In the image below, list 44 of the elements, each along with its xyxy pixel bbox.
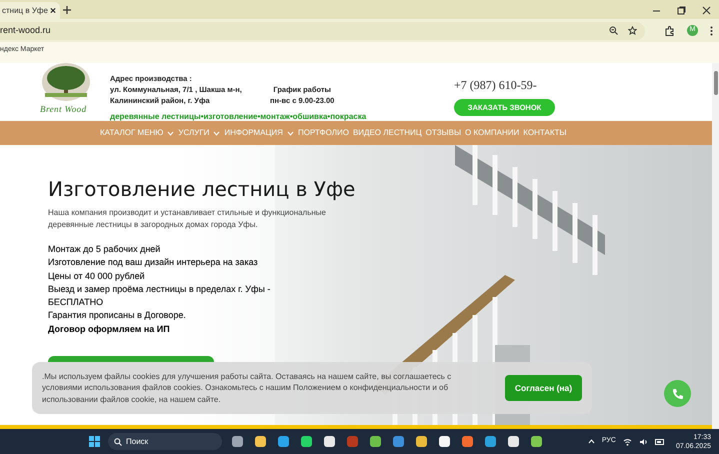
- accept-button[interactable]: Согласен (на): [505, 375, 582, 401]
- nav-link[interactable]: ОТЗЫВЫ: [426, 127, 462, 139]
- tagline: деревянные лестницы•изготовление•монтаж•обшивка•покраска: [110, 111, 368, 123]
- chevron-down-icon: [213, 130, 220, 136]
- address-bar[interactable]: rent-wood.ru: [0, 22, 645, 40]
- feature-text: Изготовление под ваш дизайн интерьера на заказ: [48, 256, 259, 270]
- intro-text: Наша компания производит и устанавливает стильные и функциональные деревянные лестницы в загородных домах города Уфы.: [48, 207, 328, 231]
- search-icon: [114, 438, 122, 446]
- wifi-icon[interactable]: [622, 438, 632, 446]
- chevron-up-icon[interactable]: [588, 439, 595, 444]
- zoom-icon[interactable]: [609, 26, 618, 35]
- puzzle-icon[interactable]: [665, 26, 675, 36]
- feature-text: Монтаж до 5 рабочих дней: [48, 243, 162, 256]
- hero-title: Изготовление лестниц в Уфе: [48, 176, 356, 202]
- close-icon[interactable]: [50, 7, 56, 14]
- chevron-down-icon: [167, 130, 174, 136]
- feature-text: Выезд и замер проёма лестницы в пределах г. Уфы - БЕСПЛАТНО: [48, 282, 272, 310]
- nav-link[interactable]: КАТАЛОГ МЕНЮ: [100, 127, 174, 139]
- chevron-down-icon: [286, 130, 294, 136]
- phone-number[interactable]: +7 (987) 610-59-: [454, 76, 537, 94]
- nav-link[interactable]: О КОМПАНИИ: [465, 127, 520, 139]
- close-icon[interactable]: [702, 6, 711, 15]
- nav-link[interactable]: КОНТАКТЫ: [523, 127, 566, 139]
- nav-link[interactable]: ИНФОРМАЦИЯ: [224, 127, 294, 139]
- feature-text: Цены от 40 000 рублей: [48, 270, 146, 283]
- nav-link[interactable]: УСЛУГИ: [178, 127, 220, 139]
- tree-logo-icon: [41, 63, 91, 103]
- feature-text: Договор оформляем на ИП: [48, 322, 171, 336]
- star-icon[interactable]: [628, 26, 637, 35]
- restore-icon[interactable]: [677, 6, 686, 15]
- browser-tab[interactable]: стниц в Уфе: [0, 2, 60, 19]
- menu-icon[interactable]: [710, 26, 713, 36]
- logo-text: Brent Wood: [40, 103, 87, 116]
- feature-text: Гарантия прописаны в Договоре.: [48, 309, 187, 322]
- scrollbar[interactable]: [712, 63, 719, 429]
- new-tab-icon[interactable]: [63, 6, 71, 14]
- windows-start-icon[interactable]: [89, 436, 100, 447]
- nav-link[interactable]: ПОРТФОЛИО: [298, 127, 349, 139]
- taskbar-search-field[interactable]: Поиск: [108, 433, 222, 450]
- battery-icon[interactable]: [654, 438, 665, 444]
- cookie-text: .Мы используем файлы cookies для улучшения работы сайта. Оставаясь на нашем сайте, вы соглашаетесь с условиями использования файлов cookies. Ознакомьтесь с нашим Положением о конфиденциальности и об использовании файлов cookie, на нашем сайте.: [42, 370, 452, 406]
- nav-link[interactable]: ВИДЕО ЛЕСТНИЦ: [352, 127, 422, 139]
- speaker-icon[interactable]: [638, 438, 648, 446]
- phone-icon: [672, 388, 684, 400]
